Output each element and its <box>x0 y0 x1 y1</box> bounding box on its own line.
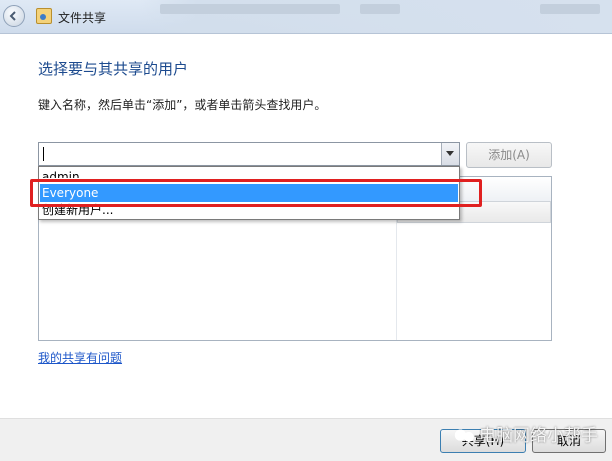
add-button[interactable]: 添加(A) <box>466 142 552 168</box>
background-window-blur <box>140 0 612 33</box>
instruction-text: 键入名称，然后单击“添加”，或者单击箭头查找用户。 <box>38 98 327 112</box>
page-heading: 选择要与其共享的用户 <box>38 60 189 78</box>
dropdown-arrow-button[interactable] <box>441 143 459 165</box>
help-link[interactable]: 我的共享有问题 <box>38 349 122 366</box>
annotation-highlight-box <box>30 179 482 207</box>
watermark: 电脑网络小帮手 <box>452 418 612 454</box>
wechat-icon <box>452 427 476 445</box>
title-bar: 文件共享 <box>0 0 612 34</box>
user-name-combobox[interactable] <box>38 142 460 166</box>
watermark-text: 电脑网络小帮手 <box>479 426 598 446</box>
window-title: 文件共享 <box>58 11 107 25</box>
text-caret <box>43 147 44 161</box>
back-button[interactable] <box>3 5 25 27</box>
back-arrow-icon <box>9 11 16 21</box>
chevron-down-icon <box>446 151 454 156</box>
file-sharing-icon <box>36 8 52 24</box>
dropdown-item-admin[interactable]: admin <box>40 167 458 178</box>
